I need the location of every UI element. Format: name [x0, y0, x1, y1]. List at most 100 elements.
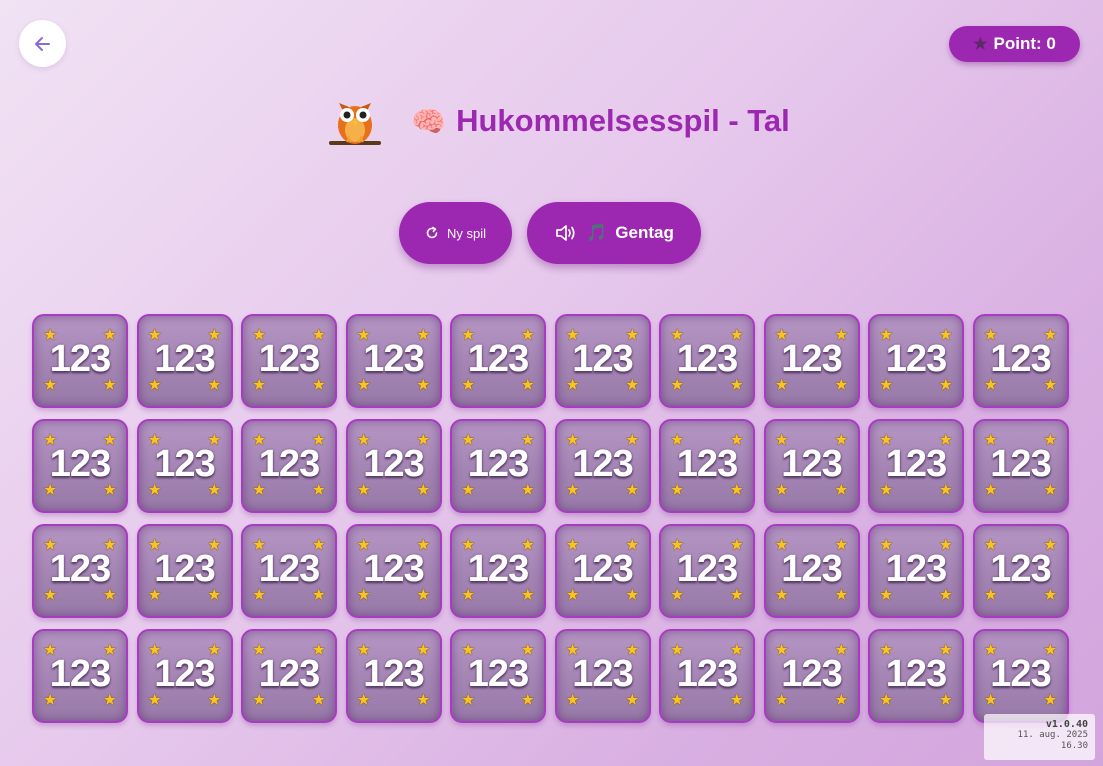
card-label: 123: [676, 653, 738, 695]
card-label: 123: [49, 443, 111, 485]
card-label: 123: [258, 653, 320, 695]
version-info: v1.0.40 11. aug. 2025 16.30: [984, 714, 1095, 760]
memory-card[interactable]: ★ ★ ★ ★ 123: [136, 629, 233, 723]
card-label: 123: [363, 338, 424, 380]
memory-card[interactable]: ★ ★ ★ ★ 123: [136, 524, 233, 618]
memory-card[interactable]: ★ ★ ★ ★ 123: [868, 419, 964, 513]
memory-card[interactable]: ★ ★ ★ ★ 123: [972, 524, 1069, 618]
card-label: 123: [572, 338, 633, 380]
card-label: 123: [990, 338, 1051, 380]
star-icon: ★: [973, 36, 988, 53]
memory-card[interactable]: ★ ★ ★ ★ 123: [659, 314, 755, 408]
card-label: 123: [258, 548, 320, 590]
card-label: 123: [990, 443, 1051, 485]
card-label: 123: [990, 653, 1051, 695]
memory-card[interactable]: ★ ★ ★ ★ 123: [450, 314, 546, 408]
memory-card[interactable]: ★ ★ ★ ★ 123: [659, 629, 755, 723]
memory-card[interactable]: ★ ★ ★ ★ 123: [32, 524, 128, 618]
page-title-row: 🧠 Hukommelsesspil - Tal: [0, 90, 1103, 152]
version-time: 16.30: [1060, 741, 1088, 751]
memory-card[interactable]: ★ ★ ★ ★ 123: [763, 524, 860, 618]
card-label: 123: [781, 338, 842, 380]
card-label: 123: [154, 338, 215, 380]
card-label: 123: [49, 338, 111, 380]
points-badge: ★ Point: 0: [949, 26, 1080, 62]
memory-card[interactable]: ★ ★ ★ ★ 123: [32, 419, 128, 513]
points-label: Point: 0: [993, 34, 1056, 53]
memory-card[interactable]: ★ ★ ★ ★ 123: [868, 314, 964, 408]
new-game-label: Ny spil: [446, 225, 486, 241]
card-label: 123: [781, 443, 842, 485]
arrow-left-icon: [34, 36, 50, 51]
card-label: 123: [572, 653, 633, 695]
card-label: 123: [154, 548, 215, 590]
memory-card[interactable]: ★ ★ ★ ★ 123: [868, 524, 964, 618]
card-label: 123: [676, 443, 738, 485]
memory-card[interactable]: ★ ★ ★ ★ 123: [554, 524, 651, 618]
version-number: v1.0.40: [1045, 719, 1088, 730]
card-label: 123: [49, 548, 111, 590]
memory-card[interactable]: ★ ★ ★ ★ 123: [241, 419, 337, 513]
card-label: 123: [885, 548, 947, 590]
card-label: 123: [676, 548, 738, 590]
memory-card[interactable]: ★ ★ ★ ★ 123: [345, 629, 442, 723]
speaker-icon: [556, 225, 575, 241]
page-title: Hukommelsesspil - Tal: [456, 103, 790, 138]
memory-card[interactable]: ★ ★ ★ ★ 123: [32, 314, 128, 408]
card-label: 123: [572, 443, 633, 485]
memory-card[interactable]: ★ ★ ★ ★ 123: [345, 314, 442, 408]
memory-card-grid: ★ ★ ★ ★ 123 ★ ★ ★ ★ 123 ★ ★ ★ ★ 123 ★ ★ ★ ★ 123 ★ ★ ★ ★ 123 ★ ★ ★ ★ 1…: [32, 314, 1069, 723]
card-label: 123: [781, 653, 842, 695]
card-label: 123: [467, 548, 529, 590]
memory-card[interactable]: ★ ★ ★ ★ 123: [972, 419, 1069, 513]
card-label: 123: [572, 548, 633, 590]
memory-card[interactable]: ★ ★ ★ ★ 123: [554, 629, 651, 723]
memory-card[interactable]: ★ ★ ★ ★ 123: [659, 419, 755, 513]
memory-card[interactable]: ★ ★ ★ ★ 123: [554, 419, 651, 513]
card-label: 123: [258, 338, 320, 380]
new-game-button[interactable]: Ny spil: [399, 202, 512, 264]
memory-card[interactable]: ★ ★ ★ ★ 123: [763, 629, 860, 723]
memory-card[interactable]: ★ ★ ★ ★ 123: [241, 314, 337, 408]
card-label: 123: [258, 443, 320, 485]
memory-card[interactable]: ★ ★ ★ ★ 123: [763, 314, 860, 408]
repeat-label: Gentag: [615, 223, 674, 242]
brain-icon: 🧠: [411, 105, 447, 137]
memory-card[interactable]: ★ ★ ★ ★ 123: [241, 524, 337, 618]
back-button[interactable]: [19, 20, 66, 67]
memory-card[interactable]: ★ ★ ★ ★ 123: [450, 524, 546, 618]
card-label: 123: [363, 548, 424, 590]
card-label: 123: [49, 653, 111, 695]
memory-card[interactable]: ★ ★ ★ ★ 123: [136, 314, 233, 408]
card-label: 123: [885, 653, 947, 695]
card-label: 123: [363, 653, 424, 695]
memory-card[interactable]: ★ ★ ★ ★ 123: [972, 629, 1069, 723]
memory-card[interactable]: ★ ★ ★ ★ 123: [659, 524, 755, 618]
card-label: 123: [990, 548, 1051, 590]
memory-card[interactable]: ★ ★ ★ ★ 123: [450, 629, 546, 723]
memory-card[interactable]: ★ ★ ★ ★ 123: [136, 419, 233, 513]
card-label: 123: [154, 653, 215, 695]
memory-card[interactable]: ★ ★ ★ ★ 123: [32, 629, 128, 723]
music-note-icon: 🎵: [586, 223, 608, 242]
card-label: 123: [781, 548, 842, 590]
memory-card[interactable]: ★ ★ ★ ★ 123: [241, 629, 337, 723]
card-label: 123: [363, 443, 424, 485]
memory-card[interactable]: ★ ★ ★ ★ 123: [345, 524, 442, 618]
card-label: 123: [467, 338, 529, 380]
memory-card[interactable]: ★ ★ ★ ★ 123: [868, 629, 964, 723]
card-label: 123: [676, 338, 738, 380]
card-label: 123: [885, 443, 947, 485]
memory-card[interactable]: ★ ★ ★ ★ 123: [345, 419, 442, 513]
memory-card[interactable]: ★ ★ ★ ★ 123: [450, 419, 546, 513]
card-label: 123: [154, 443, 215, 485]
refresh-icon: [426, 226, 438, 239]
card-label: 123: [467, 443, 529, 485]
memory-card[interactable]: ★ ★ ★ ★ 123: [554, 314, 651, 408]
repeat-button[interactable]: 🎵 Gentag: [527, 202, 701, 264]
memory-card[interactable]: ★ ★ ★ ★ 123: [972, 314, 1069, 408]
version-date: 11. aug. 2025: [1017, 730, 1088, 740]
card-label: 123: [885, 338, 947, 380]
memory-card[interactable]: ★ ★ ★ ★ 123: [763, 419, 860, 513]
owl-icon: [329, 103, 382, 145]
